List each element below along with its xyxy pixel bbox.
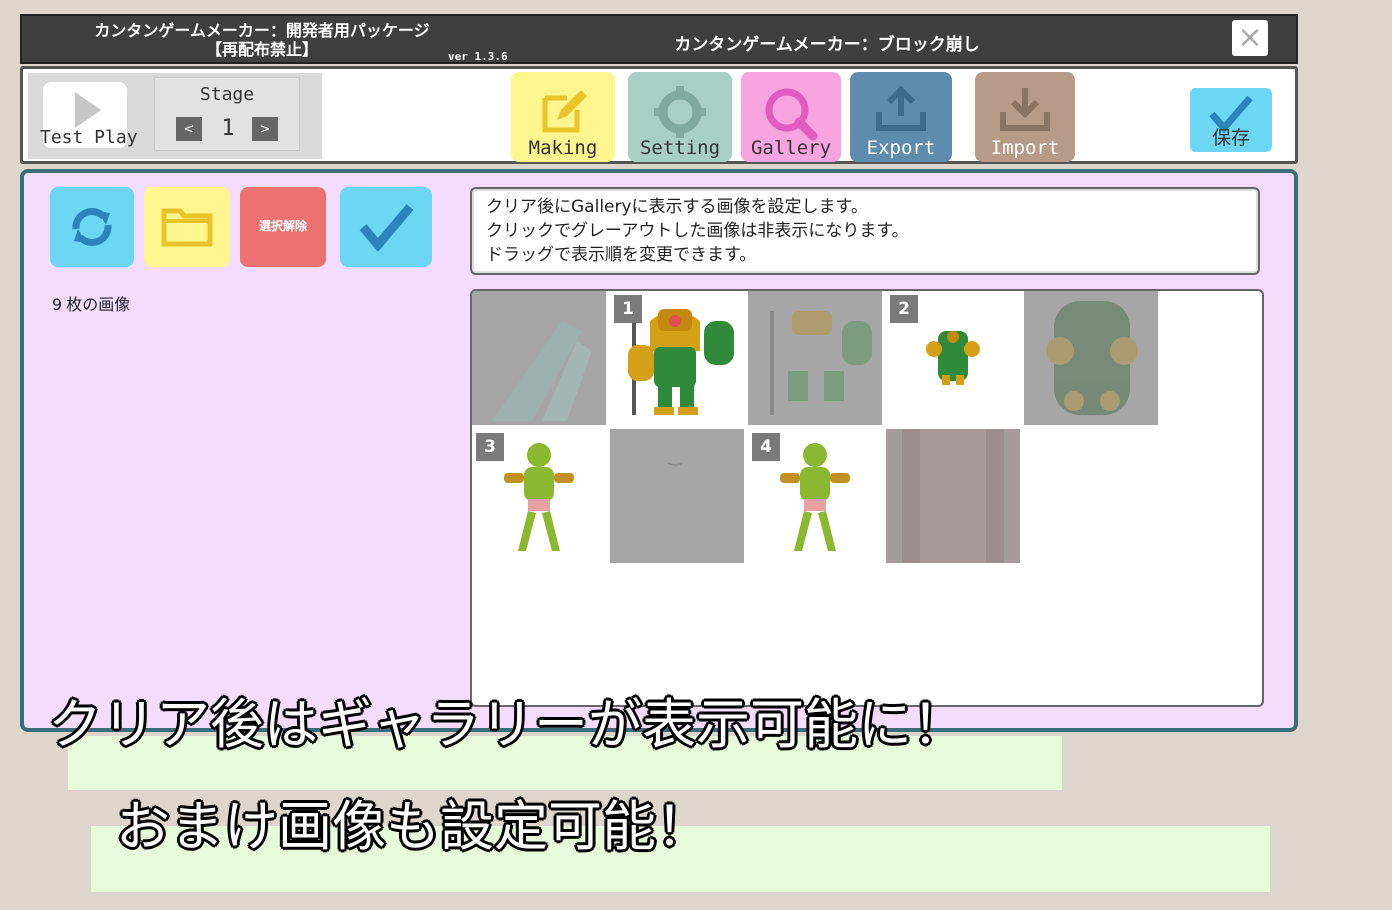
export-label: Export <box>866 137 936 159</box>
order-badge: 3 <box>476 433 504 461</box>
title-bar: カンタンゲームメーカー：開発者用パッケージ 【再配布禁止】 ver 1.3.6 … <box>20 14 1298 64</box>
gear-icon <box>654 86 706 138</box>
window-title: カンタンゲームメーカー：ブロック崩し <box>674 35 980 55</box>
stage-selector: Stage < 1 > <box>154 77 300 151</box>
making-button[interactable]: Making <box>511 72 615 162</box>
toolbar: Test Play Stage < 1 > Making Setting Gal… <box>20 66 1298 164</box>
gallery-image[interactable]: 3 <box>472 429 606 563</box>
gallery-label: Gallery <box>750 137 832 159</box>
gallery-button[interactable]: Gallery <box>741 72 841 162</box>
checkmark-icon <box>359 204 414 251</box>
large-warrior-thumbnail <box>1046 301 1138 415</box>
stage-number: 1 <box>221 116 235 141</box>
gallery-image[interactable] <box>748 291 882 425</box>
export-button[interactable]: Export <box>850 72 952 162</box>
version-label: ver 1.3.6 <box>448 50 508 63</box>
caption-line-2: おまけ画像も設定可能！ <box>116 795 710 858</box>
info-line: ドラッグで表示順を変更できます。 <box>486 245 757 265</box>
image-count: 9 枚の画像 <box>52 291 134 315</box>
order-badge: 2 <box>890 295 918 323</box>
gallery-image[interactable]: 1 <box>610 291 744 425</box>
import-button[interactable]: Import <box>975 72 1075 162</box>
gallery-image[interactable] <box>610 429 744 563</box>
test-play-area: Test Play Stage < 1 > <box>28 73 322 159</box>
stage-next-button[interactable]: > <box>252 117 278 141</box>
upload-icon <box>876 85 926 131</box>
gallery-grid: 1 2 3 4 <box>470 289 1264 707</box>
making-label: Making <box>528 137 598 159</box>
image-count-value: 9 <box>52 295 63 314</box>
order-badge: 4 <box>752 433 780 461</box>
image-count-label: 枚の画像 <box>66 295 131 314</box>
info-line: クリックでグレーアウトした画像は非表示になります。 <box>486 221 909 241</box>
gallery-settings-panel: 選択解除 9 枚の画像 クリア後にGalleryに表示する画像を設定します。 クリ… <box>20 169 1298 732</box>
save-button[interactable]: 保存 <box>1190 88 1272 152</box>
order-badge: 1 <box>614 295 642 323</box>
refresh-icon <box>72 208 112 246</box>
pencil-icon <box>542 90 587 133</box>
stage-prev-button[interactable]: < <box>176 117 202 141</box>
gallery-image[interactable]: 2 <box>886 291 1020 425</box>
close-icon: × <box>1237 20 1263 55</box>
play-icon <box>75 92 101 128</box>
package-title-line2: 【再配布禁止】 <box>205 40 318 59</box>
blank-thumbnail <box>667 462 683 466</box>
app-window: カンタンゲームメーカー：開発者用パッケージ 【再配布禁止】 ver 1.3.6 … <box>20 14 1298 732</box>
magnifier-icon <box>765 88 818 141</box>
confirm-button[interactable] <box>340 187 432 267</box>
folder-button[interactable] <box>144 187 230 267</box>
gallery-image[interactable] <box>472 291 606 425</box>
setting-button[interactable]: Setting <box>628 72 732 162</box>
package-title-line1: カンタンゲームメーカー：開発者用パッケージ <box>94 21 430 40</box>
deselect-all-button[interactable]: 選択解除 <box>240 187 326 267</box>
refresh-button[interactable] <box>50 187 134 267</box>
caption-line-1: クリア後はギャラリーが表示可能に！ <box>48 693 966 756</box>
download-icon <box>1000 88 1050 131</box>
test-play-label: Test Play <box>40 127 138 148</box>
save-label: 保存 <box>1211 127 1250 149</box>
setting-label: Setting <box>639 137 721 159</box>
package-title: カンタンゲームメーカー：開発者用パッケージ 【再配布禁止】 <box>72 21 452 59</box>
close-button[interactable]: × <box>1232 20 1268 56</box>
stage-label: Stage <box>199 84 255 105</box>
folder-icon <box>161 208 213 247</box>
deselect-all-label: 選択解除 <box>258 219 307 233</box>
gallery-image[interactable] <box>886 429 1020 563</box>
corridor-thumbnail <box>886 429 1020 563</box>
gallery-image[interactable] <box>1024 291 1158 425</box>
info-box: クリア後にGalleryに表示する画像を設定します。 クリックでグレーアウトした… <box>470 187 1260 275</box>
info-line: クリア後にGalleryに表示する画像を設定します。 <box>486 197 868 217</box>
background-art-thumbnail <box>492 321 592 421</box>
gallery-image[interactable]: 4 <box>748 429 882 563</box>
warrior-parts-thumbnail <box>770 311 872 415</box>
import-label: Import <box>990 137 1060 159</box>
